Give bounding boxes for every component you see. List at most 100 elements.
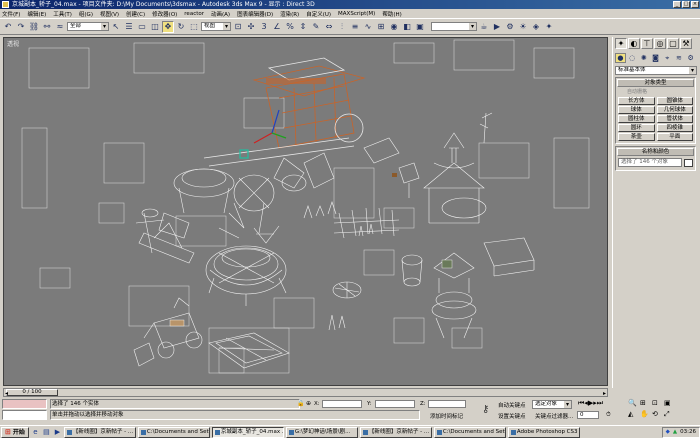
torus-button[interactable]: 圆环	[618, 124, 655, 132]
task-item[interactable]: C:\Documents and Setti...	[137, 426, 210, 438]
quicklaunch-desktop-icon[interactable]: ▤	[42, 428, 51, 437]
autogrid-checkbox[interactable]: 自动栅格	[617, 87, 694, 96]
current-frame-field[interactable]: 0	[577, 411, 599, 419]
window-crossing-icon[interactable]: ◫	[149, 21, 161, 33]
zoom-icon[interactable]: 🔍	[628, 399, 637, 407]
setkey-button[interactable]: 设置关键点	[498, 412, 526, 420]
start-button[interactable]: ⊞ 开始	[1, 426, 29, 438]
select-and-scale-icon[interactable]: ⬚	[188, 21, 200, 33]
utilities-tab-icon[interactable]: ⚒	[680, 38, 692, 49]
orbit-icon[interactable]: ⟲	[652, 410, 658, 418]
effects-icon[interactable]: ✦	[543, 21, 555, 33]
activeshade-icon[interactable]: ☀	[517, 21, 529, 33]
render-setup-icon[interactable]: ◧	[401, 21, 413, 33]
pyramid-button[interactable]: 四棱锥	[656, 124, 693, 132]
selected-dropdown[interactable]: 选定对象	[532, 400, 572, 409]
maximize-button[interactable]: □	[682, 1, 690, 8]
category-dropdown[interactable]: 标准基本体	[615, 66, 697, 75]
curve-editor-icon[interactable]: ∿	[362, 21, 374, 33]
select-by-name-icon[interactable]: ☰	[123, 21, 135, 33]
menu-create[interactable]: 创建(C)	[126, 10, 145, 18]
key-filters-button[interactable]: 关键点过滤器...	[535, 412, 573, 420]
undo-icon[interactable]: ↶	[2, 21, 14, 33]
name-color-header[interactable]: 名称和颜色	[617, 148, 694, 156]
select-manipulate-icon[interactable]: ✣	[245, 21, 257, 33]
quicklaunch-media-icon[interactable]: ▶	[53, 428, 62, 437]
cameras-icon[interactable]: ◙	[650, 53, 661, 63]
selection-filter-dropdown[interactable]: 全部	[67, 22, 109, 31]
link-icon[interactable]: ⛓	[28, 21, 40, 33]
y-coord-field[interactable]	[375, 400, 415, 408]
menu-maxscript[interactable]: MAXScript(M)	[338, 11, 375, 17]
pivot-center-icon[interactable]: ⊡	[232, 21, 244, 33]
cone-button[interactable]: 圆锥体	[656, 97, 693, 105]
create-tab-icon[interactable]: ✦	[615, 38, 627, 49]
zoom-all-icon[interactable]: ⊞	[640, 399, 646, 407]
redo-icon[interactable]: ↷	[15, 21, 27, 33]
spinner-snap-icon[interactable]: ⇕	[297, 21, 309, 33]
teapot-button[interactable]: 茶壶	[618, 133, 655, 141]
snap-3d-icon[interactable]: 3	[258, 21, 270, 33]
time-slider[interactable]: 0 / 100	[6, 389, 58, 396]
menu-modifiers[interactable]: 修改器(O)	[152, 10, 177, 18]
named-selection-sets-dropdown[interactable]	[431, 22, 477, 31]
maximize-viewport-icon[interactable]: ⤢	[664, 410, 670, 419]
layer-manager-icon[interactable]: ≡	[349, 21, 361, 33]
cylinder-button[interactable]: 圆柱体	[618, 115, 655, 123]
tray-ime-icon[interactable]: ◆	[666, 428, 670, 437]
task-item[interactable]: 京城副本_轿子_04.max ...	[211, 426, 284, 438]
menu-animation[interactable]: 动画(A)	[211, 10, 230, 18]
quick-render-icon[interactable]: ☕	[478, 21, 490, 33]
schematic-view-icon[interactable]: ⊞	[375, 21, 387, 33]
select-and-move-icon[interactable]: ✥	[162, 20, 174, 33]
zoom-extents-icon[interactable]: ⊡	[652, 399, 658, 407]
maxscript-input-mini[interactable]	[2, 410, 47, 420]
modify-tab-icon[interactable]: ◐	[628, 38, 640, 49]
object-type-header[interactable]: 对象类型	[617, 79, 694, 87]
plane-button[interactable]: 平面	[656, 133, 693, 141]
absolute-mode-icon[interactable]: ⊕	[306, 400, 311, 407]
maxscript-listener-mini[interactable]	[2, 399, 47, 409]
task-item[interactable]: 【新线圈】京新帖子 - ...	[63, 426, 136, 438]
render-frame-icon[interactable]: ▣	[414, 21, 426, 33]
render-last-icon[interactable]: ▶	[491, 21, 503, 33]
prev-frame-icon[interactable]: ◂	[5, 390, 8, 397]
autokey-button[interactable]: 自动关键点	[498, 401, 526, 409]
task-item[interactable]: 【新线圈】京新帖子 - ...	[359, 426, 432, 438]
render-type-icon[interactable]: ⚙	[504, 21, 516, 33]
add-time-tag[interactable]: 添加时间标记	[430, 412, 463, 420]
menu-views[interactable]: 视图(V)	[100, 10, 119, 18]
material-editor-icon[interactable]: ◉	[388, 21, 400, 33]
time-config-icon[interactable]: ⏱	[606, 411, 611, 419]
quicklaunch-ie-icon[interactable]: e	[31, 428, 40, 437]
menu-rendering[interactable]: 渲染(R)	[280, 10, 299, 18]
systems-icon[interactable]: ⚙	[685, 53, 696, 63]
zoom-extents-all-icon[interactable]: ▣	[664, 399, 671, 407]
fov-icon[interactable]: ◭	[628, 410, 633, 418]
environment-icon[interactable]: ◈	[530, 21, 542, 33]
menu-edit[interactable]: 编辑(E)	[27, 10, 46, 18]
z-coord-field[interactable]	[428, 400, 466, 408]
space-warps-icon[interactable]: ≋	[674, 53, 685, 63]
perspective-viewport[interactable]: 透视	[3, 37, 608, 386]
tray-network-icon[interactable]: ▲	[673, 428, 677, 437]
viewport-label[interactable]: 透视	[7, 39, 19, 48]
menu-file[interactable]: 文件(F)	[2, 10, 20, 18]
sphere-button[interactable]: 球体	[618, 106, 655, 114]
named-selection-icon[interactable]: ✎	[310, 21, 322, 33]
key-icon[interactable]: ⚷	[482, 404, 489, 415]
menu-tools[interactable]: 工具(T)	[53, 10, 72, 18]
menu-customize[interactable]: 自定义(U)	[306, 10, 331, 18]
lights-icon[interactable]: ✺	[638, 53, 649, 63]
box-button[interactable]: 长方体	[618, 97, 655, 105]
bind-space-warp-icon[interactable]: ≈	[54, 21, 66, 33]
task-item[interactable]: C:\Documents and Setti...	[433, 426, 506, 438]
lock-selection-icon[interactable]: 🔒	[297, 400, 304, 407]
time-slider-track[interactable]: 0 / 100 ◂ ▸	[3, 388, 608, 397]
x-coord-field[interactable]	[322, 400, 362, 408]
task-item[interactable]: G:\梦幻神话\场景\剧...	[285, 426, 358, 438]
shapes-icon[interactable]: ◌	[627, 53, 638, 63]
helpers-icon[interactable]: ⌖	[662, 53, 673, 63]
reference-coord-dropdown[interactable]: 视图	[201, 22, 231, 31]
object-name-field[interactable]: 选择了 146 个对象	[618, 158, 682, 167]
